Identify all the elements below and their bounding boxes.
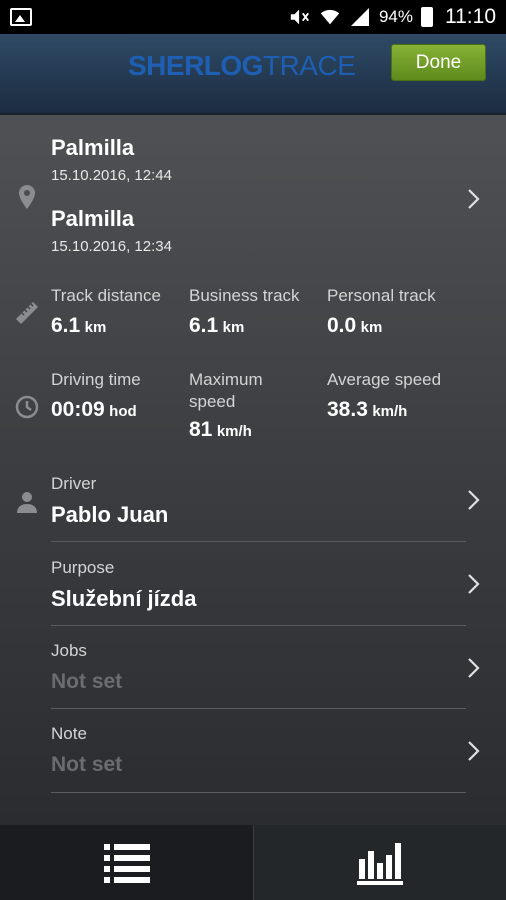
max-speed-unit: km/h <box>216 423 252 440</box>
chevron-right-icon <box>468 741 480 761</box>
note-label: Note <box>51 724 87 743</box>
person-icon <box>17 492 37 513</box>
done-button[interactable]: Done <box>391 44 486 81</box>
driver-row[interactable]: Driver Pablo Juan <box>0 469 506 539</box>
driving-time-label: Driving time <box>51 370 141 389</box>
personal-track-label: Personal track <box>327 286 436 305</box>
sherlog-trace-logo: SHERLOGTRACE <box>128 50 356 81</box>
signal-icon <box>349 7 371 27</box>
driving-time-value: 00:09 <box>51 398 105 421</box>
purpose-value: Služební jízda <box>51 586 197 611</box>
jobs-row[interactable]: Jobs Not set <box>0 636 506 708</box>
note-row[interactable]: Note Not set <box>0 719 506 791</box>
end-time: 15.10.2016, 12:44 <box>51 167 172 184</box>
divider <box>51 541 466 542</box>
status-bar: 94% 11:10 <box>0 0 506 34</box>
route-row[interactable]: Palmilla 15.10.2016, 12:44 Palmilla 15.1… <box>0 115 506 265</box>
start-place: Palmilla <box>51 206 135 231</box>
divider <box>51 708 466 709</box>
jobs-label: Jobs <box>51 641 87 660</box>
purpose-row[interactable]: Purpose Služební jízda <box>0 552 506 624</box>
business-track-label: Business track <box>189 286 300 305</box>
app-header: SHERLOGTRACE Done <box>0 34 506 114</box>
ruler-icon <box>16 302 38 324</box>
track-distance-value: 6.1 <box>51 314 81 337</box>
track-distance-label: Track distance <box>51 286 161 305</box>
distance-row: Track distance 6.1 km Business track 6.1… <box>0 280 506 350</box>
personal-track-value: 0.0 <box>327 314 357 337</box>
battery-percent: 94% <box>378 7 413 26</box>
chevron-right-icon <box>468 574 480 594</box>
track-distance-unit: km <box>84 319 107 336</box>
battery-charging-icon <box>421 7 433 27</box>
chevron-right-icon <box>468 189 480 209</box>
start-time: 15.10.2016, 12:34 <box>51 238 172 255</box>
end-place: Palmilla <box>51 135 135 160</box>
max-speed-label-line1: Maximum <box>189 370 263 389</box>
bottom-tab-bar <box>0 825 506 900</box>
trip-detail: Palmilla 15.10.2016, 12:44 Palmilla 15.1… <box>0 115 506 825</box>
avg-speed-unit: km/h <box>372 403 408 420</box>
business-track-value: 6.1 <box>189 314 219 337</box>
business-track-unit: km <box>222 319 245 336</box>
time-speed-row: Driving time 00:09 hod Maximum speed 81 … <box>0 365 506 455</box>
wifi-icon <box>319 7 341 27</box>
avg-speed-value: 38.3 <box>327 398 368 421</box>
mute-icon <box>289 7 311 27</box>
clock: 11:10 <box>445 5 496 28</box>
purpose-label: Purpose <box>51 558 115 577</box>
personal-track-unit: km <box>360 319 383 336</box>
list-icon <box>103 843 150 883</box>
jobs-value: Not set <box>51 670 123 693</box>
chevron-right-icon <box>468 490 480 510</box>
divider <box>51 625 466 626</box>
driver-label: Driver <box>51 474 97 493</box>
clock-icon <box>15 395 39 419</box>
max-speed-label-line2: speed <box>189 392 236 411</box>
divider <box>51 792 466 793</box>
tab-statistics[interactable] <box>253 825 506 900</box>
driving-time-unit: hod <box>109 403 137 420</box>
max-speed-value: 81 <box>189 418 213 441</box>
image-notification-icon <box>10 8 32 26</box>
bar-chart-icon <box>357 842 403 885</box>
avg-speed-label: Average speed <box>327 370 442 389</box>
location-pin-icon <box>19 185 35 209</box>
driver-value: Pablo Juan <box>51 502 169 527</box>
note-value: Not set <box>51 753 123 776</box>
tab-list[interactable] <box>0 825 253 900</box>
chevron-right-icon <box>468 658 480 678</box>
